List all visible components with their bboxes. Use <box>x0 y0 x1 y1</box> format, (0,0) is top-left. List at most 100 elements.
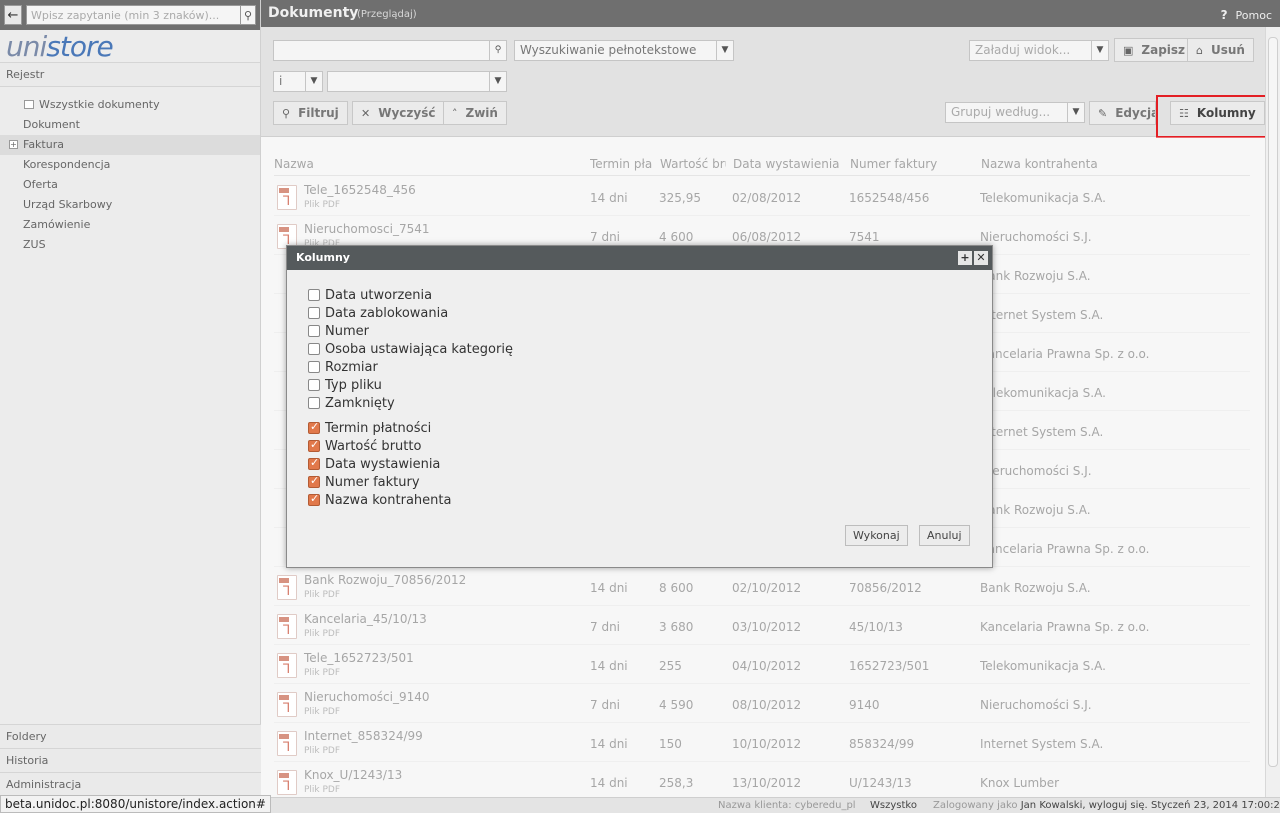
vertical-scrollbar[interactable] <box>1265 27 1280 797</box>
column-option[interactable]: Nazwa kontrahenta <box>308 491 992 509</box>
column-option-label: Osoba ustawiająca kategorię <box>325 341 513 357</box>
search-icon[interactable]: ⚲ <box>240 5 256 25</box>
operator-select[interactable]: i ▼ <box>273 71 323 92</box>
back-arrow-icon[interactable]: ← <box>4 5 22 25</box>
help-label: Pomoc <box>1235 9 1272 22</box>
filter-label: Filtruj <box>298 106 339 120</box>
column-option[interactable]: Numer <box>308 322 992 340</box>
search-mode-value: Wyszukiwanie pełnotekstowe <box>520 43 697 57</box>
logo-part-a: uni <box>6 30 47 63</box>
scrollbar-thumb[interactable] <box>1268 37 1278 767</box>
expand-plus-icon[interactable]: + <box>9 140 18 149</box>
search-input[interactable] <box>26 5 241 25</box>
collapse-button[interactable]: ˄ Zwiń <box>443 101 507 125</box>
top-bar: Dokumenty (Przeglądaj) ? Pomoc <box>261 0 1280 27</box>
tree-item-label: ZUS <box>23 238 46 251</box>
tree-item-zus[interactable]: ZUS <box>0 235 260 255</box>
logout-link[interactable]: , wyloguj się. <box>1082 800 1147 811</box>
section-foldery[interactable]: Foldery <box>0 724 261 748</box>
tree-item-label: Dokument <box>23 118 80 131</box>
datetime: Styczeń 23, 2014 17:00:22 <box>1151 800 1280 811</box>
checkbox-unchecked[interactable] <box>308 379 320 391</box>
column-option-label: Rozmiar <box>325 359 378 375</box>
search-mode-select[interactable]: Wyszukiwanie pełnotekstowe ▼ <box>514 40 734 61</box>
save-button[interactable]: ▣ Zapisz <box>1114 38 1195 62</box>
column-option[interactable]: Zamknięty <box>308 394 992 412</box>
chevron-down-icon: ▼ <box>1067 103 1084 122</box>
tree-item-dokument[interactable]: Dokument <box>0 115 260 135</box>
column-option-label: Zamknięty <box>325 395 395 411</box>
dialog-title: Kolumny <box>296 251 350 264</box>
field-select[interactable]: ▼ <box>327 71 507 92</box>
column-option[interactable]: Data zablokowania <box>308 304 992 322</box>
tree-item-faktura[interactable]: + Faktura <box>0 135 260 155</box>
load-view-select[interactable]: Załaduj widok... ▼ <box>969 40 1109 61</box>
scope-value: Wszystko <box>870 800 917 811</box>
column-option[interactable]: Termin płatności <box>308 419 992 437</box>
clear-button[interactable]: ✕ Wyczyść <box>352 101 445 125</box>
folder-icon <box>24 100 34 109</box>
checkbox-unchecked[interactable] <box>308 325 320 337</box>
checked-column-options: Termin płatności Wartość brutto Data wysta… <box>308 419 992 509</box>
section-administracja[interactable]: Administracja <box>0 772 261 796</box>
tree-item-label: Korespondencja <box>23 158 111 171</box>
chevron-down-icon: ▼ <box>716 41 733 60</box>
group-by-select[interactable]: Grupuj według... ▼ <box>945 102 1085 123</box>
delete-button[interactable]: ⌂ Usuń <box>1187 38 1254 62</box>
checkbox-unchecked[interactable] <box>308 361 320 373</box>
trash-icon: ⌂ <box>1196 44 1203 57</box>
checkbox-checked[interactable] <box>308 420 320 434</box>
chevron-down-icon: ▼ <box>489 72 506 91</box>
client-value: cyberedu_pl <box>794 800 856 811</box>
cancel-button[interactable]: Anuluj <box>919 525 970 546</box>
tree-item-oferta[interactable]: Oferta <box>0 175 260 195</box>
tree-item-all-documents[interactable]: Wszystkie dokumenty <box>0 95 260 115</box>
help-link[interactable]: ? Pomoc <box>1221 8 1272 22</box>
scope-link[interactable]: Wszystko <box>870 800 917 811</box>
close-icon[interactable]: ✕ <box>974 251 988 265</box>
dialog-body: Data utworzenia Data zablokowania Numer Oso… <box>287 270 992 509</box>
column-option[interactable]: Data utworzenia <box>308 286 992 304</box>
tree-item-label: Wszystkie dokumenty <box>39 98 160 111</box>
column-option[interactable]: Numer faktury <box>308 473 992 491</box>
checkbox-unchecked[interactable] <box>308 307 320 319</box>
operator-value: i <box>279 74 283 88</box>
status-bar: Nazwa klienta: cyberedu_pl Wszystko Zalo… <box>261 797 1280 813</box>
register-tree: Wszystkie dokumenty Dokument + Faktura Ko… <box>0 87 260 255</box>
pencil-icon: ✎ <box>1098 107 1108 120</box>
page-subtitle: (Przeglądaj) <box>357 9 417 20</box>
checkbox-unchecked[interactable] <box>308 343 320 355</box>
delete-label: Usuń <box>1210 43 1245 57</box>
checkbox-checked[interactable] <box>308 438 320 452</box>
column-option[interactable]: Typ pliku <box>308 376 992 394</box>
edit-button[interactable]: ✎ Edycja <box>1089 101 1156 125</box>
checkbox-unchecked[interactable] <box>308 289 320 301</box>
checkbox-unchecked[interactable] <box>308 397 320 409</box>
tree-item-urzad-skarbowy[interactable]: Urząd Skarbowy <box>0 195 260 215</box>
tree-item-zamowienie[interactable]: Zamówienie <box>0 215 260 235</box>
sidebar: ← ⚲ unistore Rejestr Wszystkie dokumenty… <box>0 0 261 813</box>
load-view-value: Załaduj widok... <box>975 43 1071 57</box>
maximize-icon[interactable]: + <box>958 251 972 265</box>
checkbox-checked[interactable] <box>308 492 320 506</box>
section-rejestr[interactable]: Rejestr <box>0 63 260 87</box>
option-gap <box>308 412 992 419</box>
column-option[interactable]: Osoba ustawiająca kategorię <box>308 340 992 358</box>
column-option-label: Termin płatności <box>325 420 432 436</box>
execute-button[interactable]: Wykonaj <box>845 525 908 546</box>
column-option[interactable]: Wartość brutto <box>308 437 992 455</box>
user-info: Zalogowany jako Jan Kowalski, wyloguj si… <box>933 800 1148 811</box>
clear-label: Wyczyść <box>378 106 436 120</box>
fulltext-search-input[interactable]: ⚲ <box>273 40 507 61</box>
column-option[interactable]: Rozmiar <box>308 358 992 376</box>
checkbox-checked[interactable] <box>308 474 320 488</box>
save-label: Zapisz <box>1141 43 1186 57</box>
filter-button[interactable]: ⚲ Filtruj <box>273 101 348 125</box>
client-info: Nazwa klienta: cyberedu_pl <box>718 800 856 811</box>
section-historia[interactable]: Historia <box>0 748 261 772</box>
unchecked-column-options: Data utworzenia Data zablokowania Numer Oso… <box>308 286 992 412</box>
checkbox-checked[interactable] <box>308 456 320 470</box>
column-option[interactable]: Data wystawienia <box>308 455 992 473</box>
tree-item-korespondencja[interactable]: Korespondencja <box>0 155 260 175</box>
search-icon[interactable]: ⚲ <box>489 41 506 60</box>
